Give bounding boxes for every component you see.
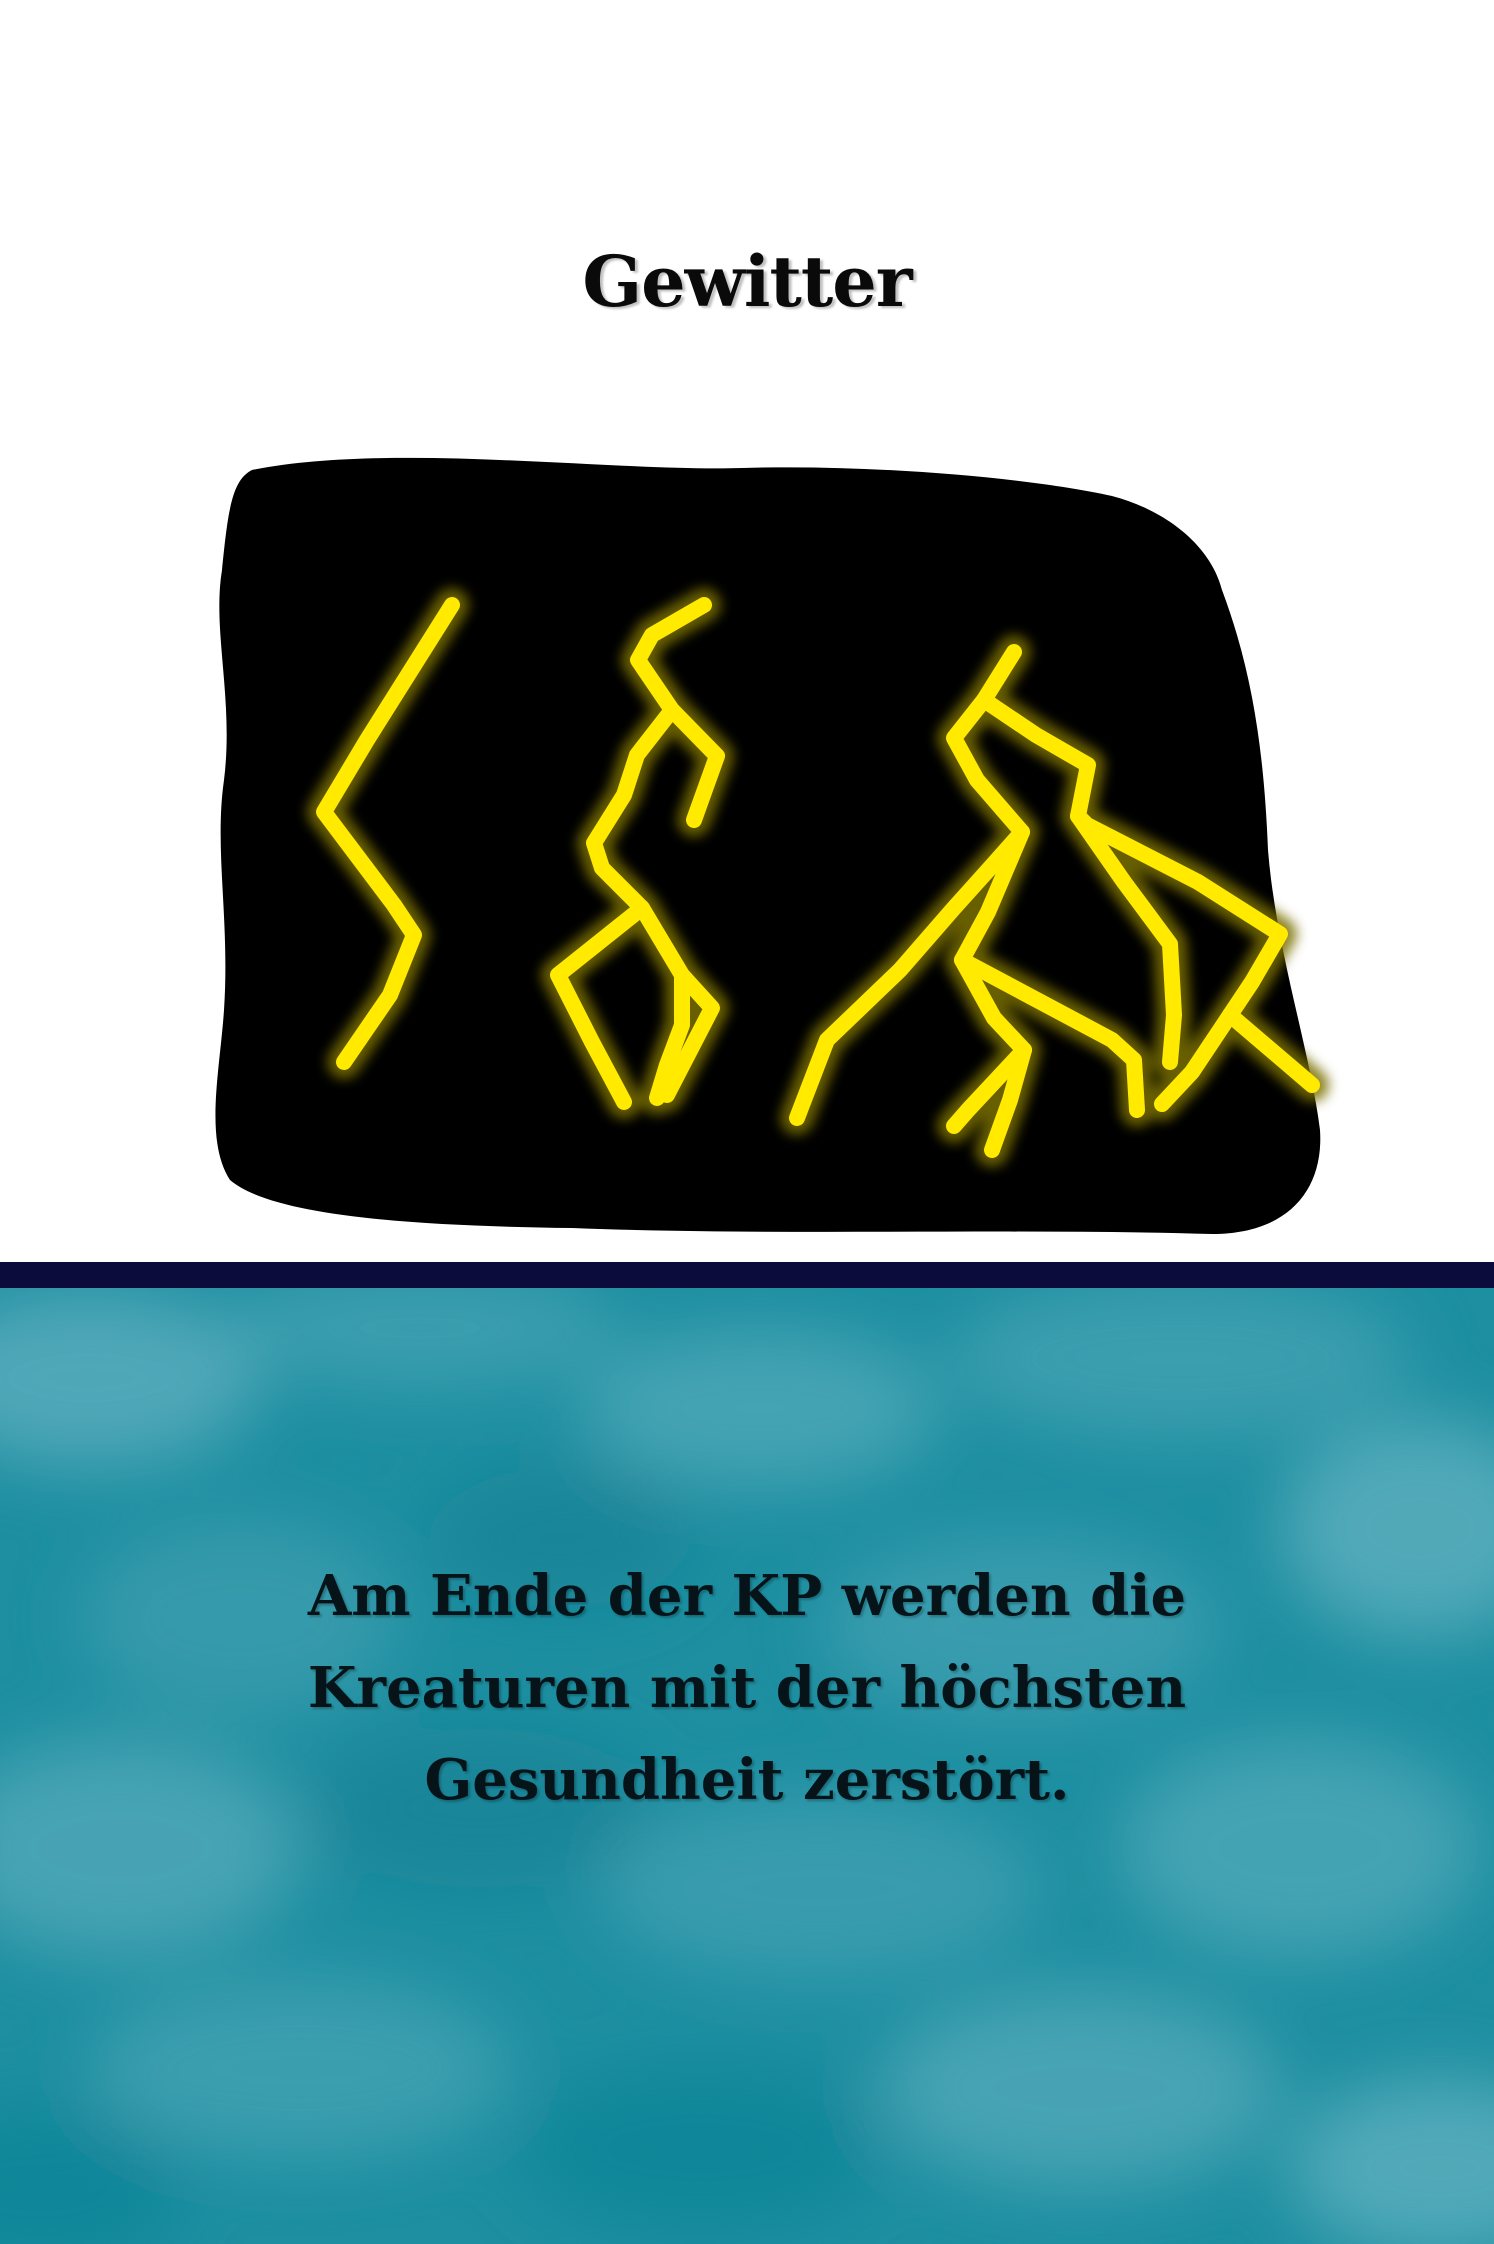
rules-text-line: Gesundheit zerstört. — [424, 1747, 1070, 1813]
thunderstorm-lightning-icon — [215, 457, 1329, 1235]
card-rules-text: Am Ende der KP werden die Kreaturen mit … — [160, 1550, 1334, 1826]
game-card: Gewitter Am Ende der KP werden die Kreat… — [0, 0, 1494, 2244]
card-title: Gewitter — [582, 240, 912, 323]
rules-text-panel: Am Ende der KP werden die Kreaturen mit … — [0, 1288, 1494, 2244]
rules-text-line: Kreaturen mit der höchsten — [307, 1655, 1187, 1721]
rules-text-line: Am Ende der KP werden die — [307, 1563, 1187, 1629]
card-divider — [0, 1262, 1494, 1288]
card-artwork — [212, 450, 1352, 1240]
